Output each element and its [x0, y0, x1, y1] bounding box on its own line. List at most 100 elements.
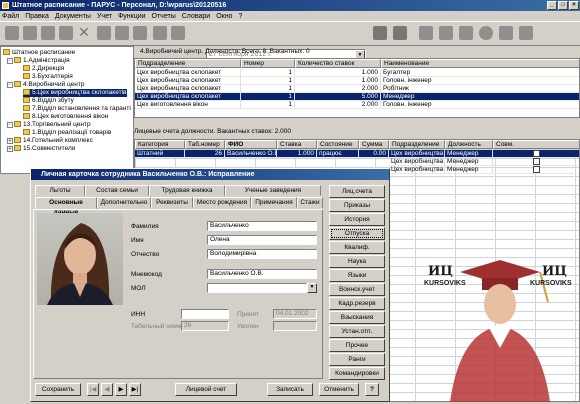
prev-record-button[interactable]: ◀ [101, 383, 113, 396]
column-header[interactable]: Номер [241, 59, 295, 68]
column-header[interactable]: Подразделение [389, 140, 445, 149]
collapse-icon[interactable]: - [7, 58, 13, 64]
table-row[interactable]: Цех виробництва склопакет 1 1.000 Головн… [135, 77, 579, 85]
globe-icon[interactable] [478, 25, 494, 41]
orders-button[interactable]: Приказы [329, 199, 385, 212]
new-icon[interactable] [4, 25, 20, 41]
table-row[interactable]: Цех виробництва склопакет 1 1.000 Бугалт… [135, 69, 579, 77]
tree-item[interactable]: 7.Відділ встановлення та гаранті [23, 105, 131, 113]
menu-edit[interactable]: Правка [25, 13, 49, 20]
tab-workbook[interactable]: Трудовая книжка [149, 185, 225, 196]
tree-item[interactable]: +15.Совместители [7, 145, 75, 153]
tree-item[interactable]: +14.Готельний комплекс [7, 137, 93, 145]
menu-window[interactable]: Окно [216, 13, 232, 20]
book-icon[interactable] [418, 25, 434, 41]
first-record-button[interactable]: |◀ [87, 383, 99, 396]
tree-item[interactable]: 6.Відділ збуту [23, 97, 74, 105]
tools-icon[interactable] [438, 25, 454, 41]
reserve-button[interactable]: Кадр.резерв [329, 297, 385, 310]
tree-item[interactable]: 2.Дирекція [23, 65, 64, 73]
cancel-button[interactable]: Отменить [319, 383, 359, 396]
write-button[interactable]: Записать [267, 383, 313, 396]
column-header[interactable]: Количество ставок [295, 59, 381, 68]
settings-icon[interactable] [498, 25, 514, 41]
help-button[interactable]: ? [365, 383, 379, 396]
menu-accounting[interactable]: Учет [97, 13, 112, 20]
history-button[interactable]: История [329, 213, 385, 226]
close-button[interactable]: × [569, 1, 579, 10]
tree-item[interactable]: -1.Адміністрація [7, 57, 70, 65]
languages-button[interactable]: Языки [329, 269, 385, 282]
tab-experience[interactable]: Стажи [297, 197, 323, 208]
column-header[interactable]: Ставка [277, 140, 317, 149]
save-button[interactable]: Сохранить [35, 383, 81, 396]
column-header[interactable]: Наименование [381, 59, 579, 68]
column-header[interactable]: Сумма [359, 140, 389, 149]
collapse-icon[interactable]: - [7, 122, 13, 128]
combined-checkbox[interactable] [533, 158, 540, 165]
military-button[interactable]: Воинск.учет [329, 283, 385, 296]
mnemo-field[interactable]: Васильченко О.В. [207, 269, 317, 279]
column-header[interactable]: Категория [135, 140, 185, 149]
column-header[interactable]: Состояние [317, 140, 359, 149]
calculator-icon[interactable] [372, 25, 388, 41]
menu-file[interactable]: Файл [2, 13, 19, 20]
tab-education[interactable]: Ученые заведения [225, 185, 321, 196]
penalties-button[interactable]: Взыскания [329, 311, 385, 324]
combined-checkbox[interactable] [533, 150, 540, 157]
refresh-icon[interactable] [152, 25, 168, 41]
other-button[interactable]: Прочее [329, 339, 385, 352]
set-vacation-button[interactable]: Устан.отп. [329, 325, 385, 338]
column-header-sorted[interactable]: ФИО [225, 140, 277, 149]
print-icon[interactable] [170, 25, 186, 41]
table-row[interactable]: Цех виробництва склопакет 1 2.000 Робітн… [135, 85, 579, 93]
column-header[interactable]: Совм. [493, 140, 579, 149]
personal-account-button[interactable]: Лицевой счет [175, 383, 237, 396]
search-icon[interactable] [132, 25, 148, 41]
tree-item-selected[interactable]: 5.Цех виробництва склопакетів [23, 89, 127, 97]
tab-birthplace[interactable]: Место рождения [193, 197, 251, 208]
tree-root[interactable]: Штатное расписание [3, 49, 75, 57]
menu-dictionaries[interactable]: Словари [182, 13, 210, 20]
filter-icon[interactable] [96, 25, 112, 41]
tree-item[interactable]: 8.Цех виготовлення вікон [23, 113, 108, 121]
science-button[interactable]: Наука [329, 255, 385, 268]
table-row[interactable]: Цех виробництва скл Менеджер [135, 158, 579, 166]
table-row-selected[interactable]: Штатний 26 Васильченко О.В. 1.000 працює… [135, 150, 579, 158]
trips-button[interactable]: Командировки [329, 367, 385, 380]
surname-field[interactable]: Васильченко [207, 221, 317, 231]
tab-benefits[interactable]: Льготы [35, 185, 85, 196]
flag-icon[interactable] [114, 25, 130, 41]
chevron-down-icon[interactable]: ▼ [307, 283, 317, 293]
ranks-button[interactable]: Ранги [329, 353, 385, 366]
collapse-icon[interactable]: - [7, 82, 13, 88]
maximize-button[interactable]: □ [558, 1, 568, 10]
vacations-button[interactable]: Отпуска [329, 227, 385, 240]
tree-item[interactable]: 3.Бухгалтерія [23, 73, 73, 81]
next-record-button[interactable]: ▶ [115, 383, 127, 396]
table-row-selected[interactable]: Цех виробництва склопакет 1 5.000 Менедж… [135, 93, 579, 101]
tab-family[interactable]: Состав семьи [85, 185, 149, 196]
column-header[interactable]: Таб.номер [185, 140, 225, 149]
edit-icon[interactable] [40, 25, 56, 41]
tree-item[interactable]: 1.Відділ реалізації товарів [23, 129, 111, 137]
qualification-button[interactable]: Квалиф. [329, 241, 385, 254]
menu-functions[interactable]: Функции [118, 13, 146, 20]
tab-notes[interactable]: Примечания [251, 197, 297, 208]
calendar-icon[interactable] [392, 25, 408, 41]
tab-main[interactable]: Основные данные [35, 197, 97, 216]
accounts-button[interactable]: Лиц.счета [329, 185, 385, 198]
expand-icon[interactable]: + [7, 146, 13, 152]
copy-icon[interactable] [58, 25, 74, 41]
menu-help[interactable]: ? [238, 13, 242, 20]
table-row[interactable]: Цех виготовлення вікон 1 2.000 Головн. і… [135, 101, 579, 109]
tree-item[interactable]: -4.Виробничий центр [7, 81, 84, 89]
column-header[interactable]: Подразделение [135, 59, 241, 68]
minimize-button[interactable]: _ [547, 1, 557, 10]
inn-field[interactable] [181, 309, 229, 319]
tab-additional[interactable]: Дополнительно [97, 197, 151, 208]
name-field[interactable]: Олена [207, 235, 317, 245]
expand-icon[interactable]: + [7, 138, 13, 144]
last-record-button[interactable]: ▶| [129, 383, 141, 396]
combined-checkbox[interactable] [533, 166, 540, 173]
